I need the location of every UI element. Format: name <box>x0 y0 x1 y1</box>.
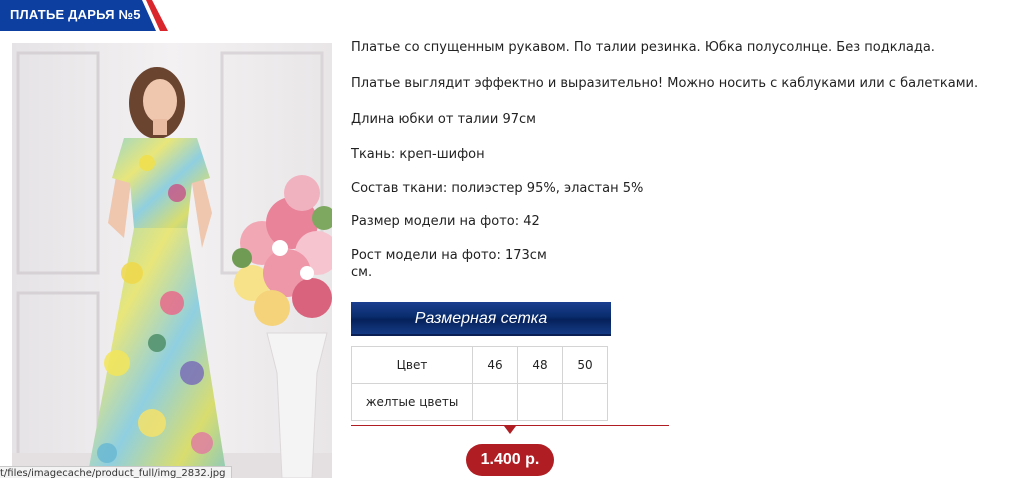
table-row: желтые цветы <box>351 383 608 421</box>
description-line: Платье выглядит эффектно и выразительно!… <box>351 76 979 91</box>
product-title: ПЛАТЬЕ ДАРЬЯ №5 <box>10 7 141 22</box>
size-table-header-cell: 46 <box>472 346 518 384</box>
size-table-cell <box>562 383 608 421</box>
size-table-header-row: Цвет 46 48 50 <box>351 346 608 384</box>
status-bar-url: t/files/imagecache/product_full/img_2832… <box>0 466 233 478</box>
size-table: Цвет 46 48 50 желтые цветы <box>351 346 608 421</box>
description-line: см. <box>351 265 373 280</box>
price-badge: 1.400 р. <box>466 444 554 476</box>
size-table-cell <box>472 383 518 421</box>
size-grid-header: Размерная сетка <box>351 302 611 336</box>
dress-photo-image <box>12 43 332 478</box>
product-page: ПЛАТЬЕ ДАРЬЯ №5 Платье со спущенным рука… <box>0 0 1011 478</box>
product-title-tab: ПЛАТЬЕ ДАРЬЯ №5 <box>0 0 170 31</box>
product-photo[interactable] <box>12 43 332 478</box>
size-table-header-cell: Цвет <box>351 346 473 384</box>
size-table-header-cell: 50 <box>562 346 608 384</box>
description-line: Рост модели на фото: 173см <box>351 248 547 263</box>
price-pointer-icon <box>504 426 516 434</box>
description-line: Размер модели на фото: 42 <box>351 214 540 229</box>
size-table-cell <box>517 383 563 421</box>
description-line: Состав ткани: полиэстер 95%, эластан 5% <box>351 181 644 196</box>
description-line: Длина юбки от талии 97см <box>351 112 536 127</box>
description-line: Ткань: креп-шифон <box>351 147 485 162</box>
size-table-cell: желтые цветы <box>351 383 473 421</box>
size-table-header-cell: 48 <box>517 346 563 384</box>
description-line: Платье со спущенным рукавом. По талии ре… <box>351 40 935 55</box>
size-grid-title: Размерная сетка <box>414 310 548 327</box>
